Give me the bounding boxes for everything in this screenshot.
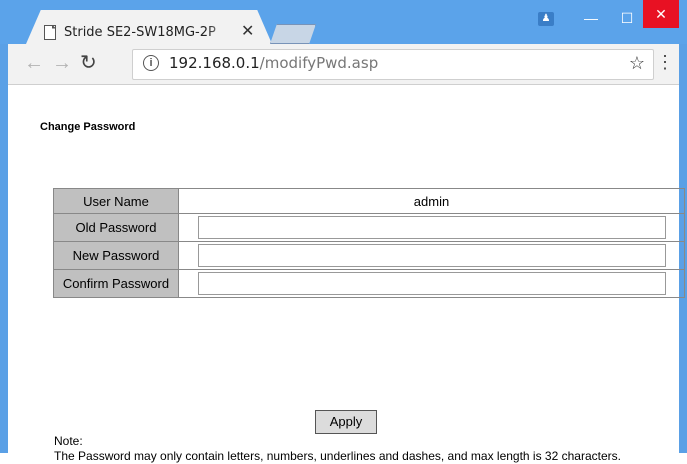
confirm-password-field[interactable] <box>197 272 666 295</box>
new-password-cell <box>178 241 685 270</box>
confirm-password-label: Confirm Password <box>53 269 179 298</box>
url-host: 192.168.0.1 <box>169 54 260 72</box>
new-tab-button[interactable] <box>270 24 316 44</box>
table-row: Confirm Password <box>53 269 685 298</box>
tab-title: Stride SE2-SW18MG-2P <box>64 24 216 40</box>
password-form-table: User Name admin Old Password New Passwor… <box>53 188 685 298</box>
table-row: Old Password <box>53 213 685 242</box>
minimize-button[interactable]: — <box>576 8 606 28</box>
page-title: Change Password <box>40 121 136 133</box>
menu-dots-icon[interactable]: ⋮ <box>656 53 674 71</box>
new-password-field[interactable] <box>197 244 666 267</box>
new-password-label: New Password <box>53 241 179 270</box>
url-text[interactable]: 192.168.0.1/modifyPwd.asp <box>169 54 378 72</box>
page-icon <box>44 24 56 40</box>
confirm-password-cell <box>178 269 685 298</box>
note: Note: The Password may only contain lett… <box>54 434 654 464</box>
old-password-field[interactable] <box>197 216 666 239</box>
note-text: The Password may only contain letters, n… <box>54 449 621 463</box>
page-content: Change Password User Name admin Old Pass… <box>8 85 685 463</box>
back-arrow-icon[interactable]: ← <box>24 53 44 73</box>
bookmark-star-icon[interactable]: ☆ <box>629 53 645 74</box>
table-row: New Password <box>53 241 685 270</box>
info-icon[interactable]: i <box>143 55 159 71</box>
old-password-cell <box>178 213 685 242</box>
table-row: User Name admin <box>53 188 685 214</box>
old-password-label: Old Password <box>53 213 179 242</box>
url-path: /modifyPwd.asp <box>259 54 379 72</box>
username-value: admin <box>178 188 685 214</box>
username-label: User Name <box>53 188 179 214</box>
tab-content: Stride SE2-SW18MG-2P <box>44 20 232 44</box>
reload-icon[interactable]: ↻ <box>80 53 97 73</box>
profile-icon[interactable]: ♟ <box>538 12 554 26</box>
forward-arrow-icon[interactable]: → <box>52 53 72 73</box>
tab-close-icon[interactable]: ✕ <box>241 20 254 44</box>
apply-button[interactable]: Apply <box>315 410 377 434</box>
address-bar[interactable]: i 192.168.0.1/modifyPwd.asp ☆ <box>132 49 654 80</box>
close-window-button[interactable]: ✕ <box>643 0 679 28</box>
browser-toolbar: ← → ↻ i 192.168.0.1/modifyPwd.asp ☆ ⋮ <box>8 44 679 85</box>
maximize-button[interactable]: ☐ <box>612 8 642 28</box>
note-heading: Note: <box>54 434 83 448</box>
